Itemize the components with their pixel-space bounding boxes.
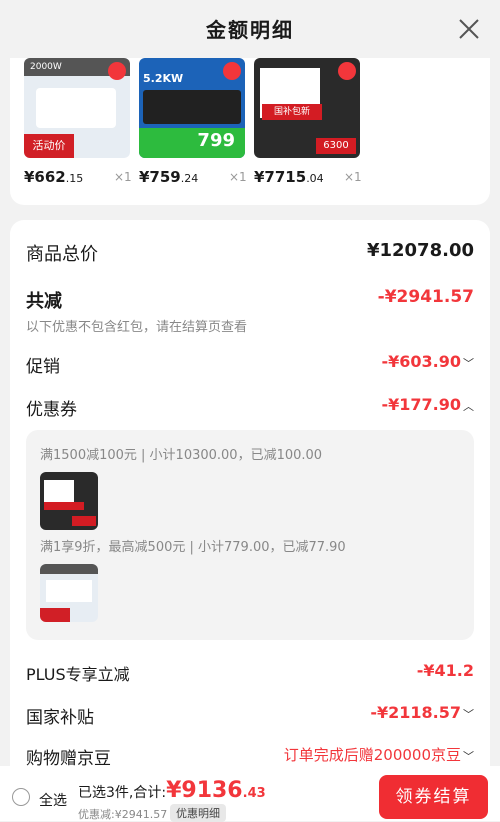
chevron-down-icon[interactable]: ﹀ [463, 708, 474, 721]
reduce-row: 共减 -¥2941.57 [26, 287, 474, 312]
product-price: ¥662.15 [24, 168, 84, 186]
coupon-row[interactable]: 优惠券 -¥177.90 ︿ [26, 391, 474, 421]
discount-text: 优惠减:¥2941.57 [78, 808, 168, 821]
reduce-note: 以下优惠不包含红包，请在结算页查看 [26, 320, 248, 335]
product-item[interactable]: 5.2KW 799 ¥759.24 ×1 [125, 58, 247, 186]
checked-icon [338, 62, 356, 80]
checked-icon [108, 62, 126, 80]
page-title: 金额明细 [206, 18, 294, 42]
product-thumbnail[interactable]: 国补包新 6300 [254, 58, 360, 158]
close-icon[interactable] [458, 18, 480, 40]
plus-row: PLUS专享立减 -¥41.2 [26, 661, 474, 684]
discount-detail-button[interactable]: 优惠明细 [170, 804, 226, 822]
promo-row[interactable]: 促销 -¥603.90 ﹀ [26, 348, 474, 378]
product-item[interactable]: 国补包新 6300 ¥7715.04 ×1 [240, 58, 362, 186]
header: 金额明细 [0, 0, 500, 60]
checkout-button[interactable]: 领券结算 [379, 775, 488, 819]
product-item[interactable]: 2000W 活动价 ¥662.15 ×1 [10, 58, 132, 186]
product-qty: ×1 [344, 170, 362, 184]
goods-total-row: 商品总价 ¥12078.00 [26, 240, 474, 265]
coupon-product-thumbnail[interactable] [40, 472, 98, 530]
selected-summary: 已选3件,合计:¥9136.43 [78, 778, 266, 803]
total-amount: ¥9136.43 [166, 778, 266, 803]
products-card: 2000W 活动价 ¥662.15 ×1 5.2KW 799 ¥759.24 ×… [10, 58, 490, 205]
coupon-product-thumbnail[interactable] [40, 564, 98, 622]
coupon-detail-box: 满1500减100元 | 小计10300.00，已减100.00 满1享9折，最… [26, 430, 474, 640]
product-thumbnail[interactable]: 2000W 活动价 [24, 58, 130, 158]
coupon-line: 满1享9折，最高减500元 | 小计779.00，已减77.90 [40, 540, 346, 555]
chevron-down-icon[interactable]: ﹀ [463, 357, 474, 370]
chevron-up-icon[interactable]: ︿ [463, 400, 474, 413]
checked-icon [223, 62, 241, 80]
subsidy-row[interactable]: 国家补贴 -¥2118.57 ﹀ [26, 699, 474, 729]
select-all-label[interactable]: 全选 [39, 790, 67, 810]
price-detail-card: 商品总价 ¥12078.00 共减 -¥2941.57 以下优惠不包含红包，请在… [10, 220, 490, 780]
bottom-bar: 全选 已选3件,合计:¥9136.43 优惠减:¥2941.57 优惠明细 领券… [0, 766, 500, 822]
product-price: ¥7715.04 [254, 168, 324, 186]
product-thumbnail[interactable]: 5.2KW 799 [139, 58, 245, 158]
chevron-down-icon[interactable]: ﹀ [463, 750, 474, 763]
coupon-line: 满1500减100元 | 小计10300.00，已减100.00 [40, 448, 323, 463]
product-price: ¥759.24 [139, 168, 199, 186]
select-all-radio[interactable] [12, 788, 30, 806]
